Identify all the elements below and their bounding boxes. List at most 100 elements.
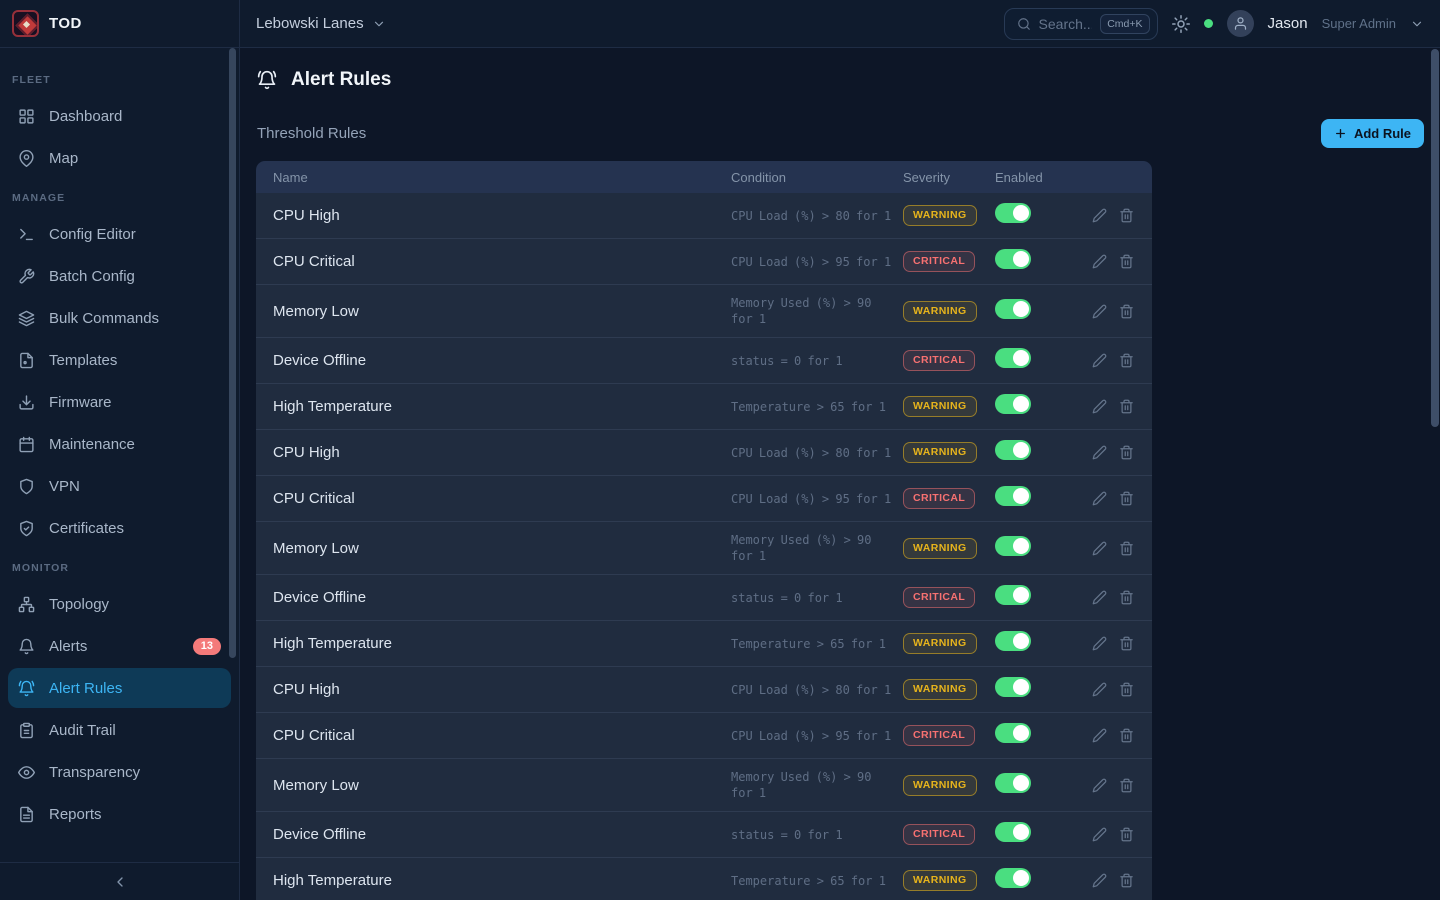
download-icon (18, 394, 35, 411)
grid-icon (18, 108, 35, 125)
sidebar-item-alerts[interactable]: Alerts13 (8, 626, 231, 666)
enabled-toggle[interactable] (995, 723, 1031, 743)
layers-icon (18, 310, 35, 327)
search-shortcut-badge: Cmd+K (1100, 14, 1149, 34)
delete-icon[interactable] (1119, 541, 1134, 556)
sidebar-item-bulk-commands[interactable]: Bulk Commands (8, 298, 231, 338)
delete-icon[interactable] (1119, 827, 1134, 842)
enabled-toggle[interactable] (995, 348, 1031, 368)
toggle-knob (1013, 870, 1029, 886)
enabled-toggle[interactable] (995, 677, 1031, 697)
enabled-toggle[interactable] (995, 440, 1031, 460)
main-scrollbar[interactable] (1431, 49, 1439, 427)
delete-icon[interactable] (1119, 590, 1134, 605)
sidebar-scrollbar[interactable] (229, 48, 236, 658)
enabled-toggle[interactable] (995, 631, 1031, 651)
rule-condition: CPU Load (%) > 80 for 1 (731, 445, 903, 461)
avatar[interactable] (1227, 10, 1254, 37)
rule-name: CPU Critical (256, 490, 731, 507)
enabled-toggle[interactable] (995, 299, 1031, 319)
table-row: CPU CriticalCPU Load (%) > 95 for 1CRITI… (256, 712, 1152, 758)
enabled-toggle[interactable] (995, 394, 1031, 414)
enabled-toggle[interactable] (995, 486, 1031, 506)
sidebar-item-certificates[interactable]: Certificates (8, 508, 231, 548)
severity-badge: WARNING (903, 775, 977, 796)
org-switcher[interactable]: Lebowski Lanes (256, 15, 386, 32)
chevron-down-icon[interactable] (1410, 17, 1424, 31)
delete-icon[interactable] (1119, 353, 1134, 368)
delete-icon[interactable] (1119, 873, 1134, 888)
sidebar-item-audit-trail[interactable]: Audit Trail (8, 710, 231, 750)
edit-icon[interactable] (1092, 304, 1107, 319)
rule-name: Device Offline (256, 826, 731, 843)
delete-icon[interactable] (1119, 728, 1134, 743)
toggle-knob (1013, 205, 1029, 221)
sidebar-header: TOD (0, 0, 239, 48)
enabled-toggle[interactable] (995, 249, 1031, 269)
delete-icon[interactable] (1119, 254, 1134, 269)
table-header-row: Name Condition Severity Enabled (256, 161, 1152, 193)
enabled-toggle[interactable] (995, 822, 1031, 842)
chevron-left-icon (112, 874, 128, 890)
sidebar-item-label: Templates (49, 352, 221, 369)
sun-icon[interactable] (1172, 15, 1190, 33)
edit-icon[interactable] (1092, 491, 1107, 506)
enabled-toggle[interactable] (995, 868, 1031, 888)
rule-condition: Temperature > 65 for 1 (731, 873, 903, 889)
edit-icon[interactable] (1092, 590, 1107, 605)
toggle-knob (1013, 396, 1029, 412)
edit-icon[interactable] (1092, 445, 1107, 460)
enabled-toggle[interactable] (995, 203, 1031, 223)
sidebar-item-map[interactable]: Map (8, 138, 231, 178)
sidebar-item-firmware[interactable]: Firmware (8, 382, 231, 422)
edit-icon[interactable] (1092, 682, 1107, 697)
edit-icon[interactable] (1092, 254, 1107, 269)
delete-icon[interactable] (1119, 778, 1134, 793)
sidebar-item-label: VPN (49, 478, 221, 495)
page-title: Alert Rules (291, 69, 391, 91)
table-row: CPU CriticalCPU Load (%) > 95 for 1CRITI… (256, 238, 1152, 284)
rule-name: High Temperature (256, 635, 731, 652)
delete-icon[interactable] (1119, 682, 1134, 697)
delete-icon[interactable] (1119, 491, 1134, 506)
sidebar-item-maintenance[interactable]: Maintenance (8, 424, 231, 464)
sidebar-item-config-editor[interactable]: Config Editor (8, 214, 231, 254)
edit-icon[interactable] (1092, 827, 1107, 842)
severity-badge: CRITICAL (903, 725, 975, 746)
sidebar-item-topology[interactable]: Topology (8, 584, 231, 624)
delete-icon[interactable] (1119, 636, 1134, 651)
sidebar-item-vpn[interactable]: VPN (8, 466, 231, 506)
table-body: CPU High CPU Load (%) > 80 for 1 WARNING CP… (256, 193, 1152, 900)
toggle-knob (1013, 442, 1029, 458)
edit-icon[interactable] (1092, 208, 1107, 223)
delete-icon[interactable] (1119, 445, 1134, 460)
delete-icon[interactable] (1119, 304, 1134, 319)
terminal-icon (18, 226, 35, 243)
edit-icon[interactable] (1092, 873, 1107, 888)
enabled-toggle[interactable] (995, 585, 1031, 605)
sidebar-item-alert-rules[interactable]: Alert Rules (8, 668, 231, 708)
add-rule-button[interactable]: Add Rule (1321, 119, 1424, 148)
delete-icon[interactable] (1119, 399, 1134, 414)
sidebar-item-batch-config[interactable]: Batch Config (8, 256, 231, 296)
sidebar-collapse-button[interactable] (0, 862, 239, 900)
edit-icon[interactable] (1092, 353, 1107, 368)
rule-name: CPU High (256, 207, 731, 224)
edit-icon[interactable] (1092, 636, 1107, 651)
sidebar-item-transparency[interactable]: Transparency (8, 752, 231, 792)
edit-icon[interactable] (1092, 399, 1107, 414)
delete-icon[interactable] (1119, 208, 1134, 223)
rule-name: CPU Critical (256, 727, 731, 744)
edit-icon[interactable] (1092, 728, 1107, 743)
enabled-toggle[interactable] (995, 773, 1031, 793)
enabled-toggle[interactable] (995, 536, 1031, 556)
edit-icon[interactable] (1092, 541, 1107, 556)
sidebar-item-templates[interactable]: Templates (8, 340, 231, 380)
network-icon (18, 596, 35, 613)
sidebar-nav: FLEETDashboardMapMANAGEConfig EditorBatc… (0, 48, 239, 834)
search-input[interactable]: Search... Cmd+K (1004, 8, 1158, 40)
edit-icon[interactable] (1092, 778, 1107, 793)
sidebar-item-dashboard[interactable]: Dashboard (8, 96, 231, 136)
sidebar-item-reports[interactable]: Reports (8, 794, 231, 834)
severity-badge: WARNING (903, 538, 977, 559)
